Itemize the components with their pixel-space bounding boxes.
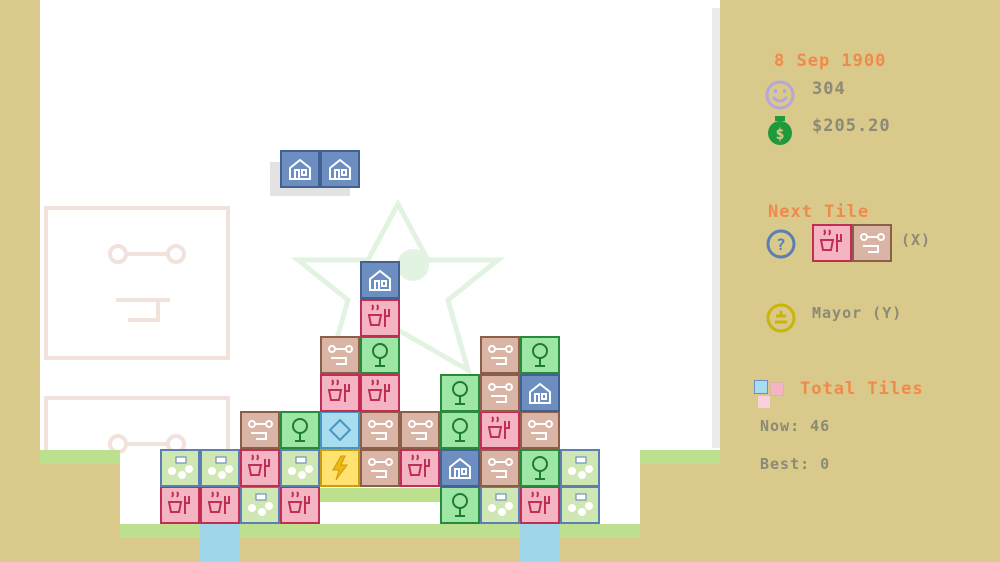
house-tile <box>360 261 400 299</box>
total-tiles-label: Total Tiles <box>800 379 924 399</box>
tool-tile <box>400 411 440 449</box>
tree-tile <box>440 411 480 449</box>
ghost-tool-tile <box>44 206 230 360</box>
tool-tile <box>360 411 400 449</box>
water-channel <box>200 524 240 562</box>
food-tile <box>280 486 320 524</box>
house-tile <box>520 373 560 412</box>
park-tile <box>560 486 600 524</box>
money-value: $205.20 <box>812 116 891 136</box>
smiley-icon <box>765 80 795 110</box>
next-tool-tile <box>852 224 892 262</box>
mayor-label[interactable]: Mayor (Y) <box>812 304 902 322</box>
swap-key-hint: (X) <box>901 231 932 249</box>
food-tile <box>240 448 280 487</box>
ground-left <box>40 460 120 562</box>
tool-tile <box>520 411 560 449</box>
grass-strip <box>640 450 720 464</box>
scroll-track <box>712 8 720 448</box>
tool-tile <box>320 336 360 374</box>
mayor-icon[interactable] <box>764 302 798 334</box>
tree-tile <box>360 336 400 374</box>
food-tile <box>200 486 240 524</box>
tree-tile <box>280 411 320 449</box>
park-tile <box>160 448 200 487</box>
left-border <box>0 0 40 562</box>
tool-tile <box>480 448 520 487</box>
hud-panel: 8 Sep 1900 304 $ $205.20 Next Tile ? (X)… <box>720 0 1000 562</box>
house-tile <box>440 448 480 487</box>
grass-strip <box>40 450 120 464</box>
play-field[interactable] <box>40 0 720 562</box>
money-bag-icon: $ <box>768 116 792 145</box>
tool-tile <box>240 411 280 449</box>
grass-strip <box>320 488 440 502</box>
question-icon[interactable]: ? <box>764 228 798 260</box>
next-tile-label: Next Tile <box>768 202 870 222</box>
water-tile <box>320 411 360 449</box>
park-tile <box>240 486 280 524</box>
tree-tile <box>440 373 480 412</box>
food-tile <box>480 411 520 449</box>
food-tile <box>520 486 560 524</box>
svg-text:?: ? <box>776 235 786 254</box>
ground-right <box>640 460 720 562</box>
tiles-icon <box>754 380 784 410</box>
tiles-best: Best: 0 <box>760 455 831 473</box>
park-tile <box>480 486 520 524</box>
house-tile <box>280 150 320 188</box>
grass-strip <box>120 524 640 538</box>
food-tile <box>360 373 400 412</box>
tiles-now: Now: 46 <box>760 417 831 435</box>
date-label: 8 Sep 1900 <box>774 51 887 71</box>
svg-text:$: $ <box>775 125 784 143</box>
next-food-tile <box>812 224 852 262</box>
tree-tile <box>440 486 480 524</box>
tool-tile <box>360 448 400 487</box>
power-tile <box>320 448 360 487</box>
food-tile <box>360 298 400 337</box>
food-tile <box>160 486 200 524</box>
food-tile <box>320 373 360 412</box>
water-channel <box>520 524 560 562</box>
tool-tile <box>480 373 520 412</box>
tool-tile <box>480 336 520 374</box>
park-tile <box>280 448 320 487</box>
tree-tile <box>520 336 560 374</box>
house-tile <box>320 150 360 188</box>
tree-tile <box>520 448 560 487</box>
happiness-value: 304 <box>812 79 846 99</box>
park-tile <box>560 448 600 487</box>
food-tile <box>400 448 440 487</box>
park-tile <box>200 448 240 487</box>
